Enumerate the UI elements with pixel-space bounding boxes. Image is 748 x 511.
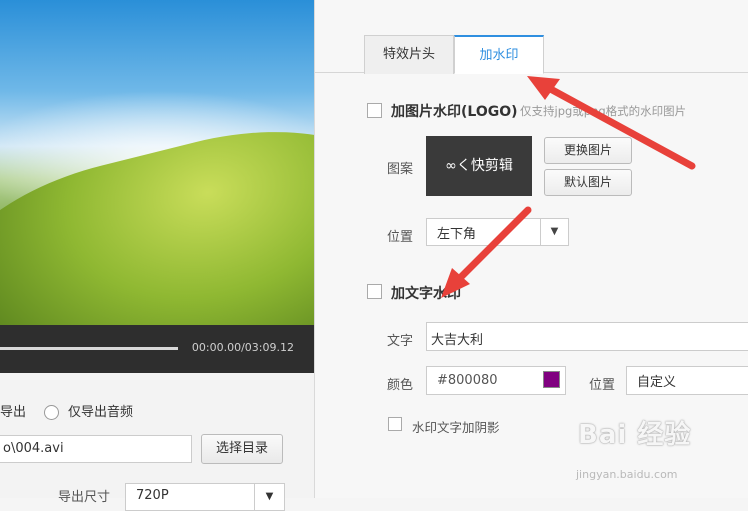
logo-watermark-checkbox[interactable] bbox=[367, 103, 382, 118]
text-position-select[interactable]: 自定义 bbox=[626, 366, 748, 395]
tab-add-watermark[interactable]: 加水印 bbox=[454, 35, 544, 74]
pattern-label: 图案 bbox=[387, 162, 414, 177]
text-position-value: 自定义 bbox=[637, 375, 677, 390]
output-path-field[interactable]: o\004.avi bbox=[0, 435, 192, 463]
player-controls: 00:00.00/03:09.12 bbox=[0, 325, 314, 373]
logo-watermark-title: 加图片水印(LOGO) bbox=[391, 104, 518, 120]
logo-format-note: 仅支持jpg或png格式的水印图片 bbox=[520, 104, 687, 118]
logo-position-label: 位置 bbox=[387, 230, 414, 245]
text-position-label: 位置 bbox=[589, 378, 616, 393]
text-watermark-title: 加文字水印 bbox=[391, 286, 461, 302]
baidu-watermark: Bai 经验 jingyan.baidu.com bbox=[574, 410, 744, 496]
export-size-value: 720P bbox=[136, 488, 169, 503]
watermark-site: jingyan.baidu.com bbox=[576, 468, 678, 481]
logo-position-select[interactable]: 左下角 ▼ bbox=[426, 218, 569, 246]
default-image-button[interactable]: 默认图片 bbox=[544, 169, 632, 196]
text-shadow-label: 水印文字加阴影 bbox=[412, 420, 500, 435]
logo-preview: ∞く快剪辑 bbox=[426, 136, 532, 196]
watermark-brand: Bai 经验 bbox=[578, 420, 692, 450]
video-preview[interactable] bbox=[0, 0, 314, 325]
audio-only-label: 仅导出音频 bbox=[68, 405, 134, 420]
export-option-label[interactable]: 导出 bbox=[0, 401, 26, 420]
watermark-text-input[interactable]: 大吉大利 bbox=[426, 322, 748, 351]
color-swatch[interactable] bbox=[543, 371, 560, 388]
export-options: 导出 仅导出音频 o\004.avi 选择目录 导出尺寸 720P ▼ bbox=[0, 373, 314, 511]
choose-directory-button[interactable]: 选择目录 bbox=[201, 434, 283, 464]
tab-intro-effects[interactable]: 特效片头 bbox=[364, 35, 454, 74]
change-image-button[interactable]: 更换图片 bbox=[544, 137, 632, 164]
text-shadow-checkbox[interactable] bbox=[388, 417, 402, 431]
logo-position-value: 左下角 bbox=[437, 227, 477, 242]
tab-bar: 特效片头 加水印 bbox=[315, 35, 748, 74]
export-size-select[interactable]: 720P ▼ bbox=[125, 483, 285, 511]
dropdown-arrow-icon[interactable]: ▼ bbox=[540, 219, 568, 245]
time-readout: 00:00.00/03:09.12 bbox=[191, 341, 294, 354]
progress-bar[interactable] bbox=[0, 347, 178, 350]
radio-circle[interactable] bbox=[44, 405, 59, 420]
text-watermark-checkbox[interactable] bbox=[367, 284, 382, 299]
audio-only-radio[interactable]: 仅导出音频 bbox=[44, 401, 133, 420]
color-label: 颜色 bbox=[387, 378, 414, 393]
text-label: 文字 bbox=[387, 334, 414, 349]
export-size-label: 导出尺寸 bbox=[58, 490, 111, 505]
dropdown-arrow-icon[interactable]: ▼ bbox=[254, 484, 284, 510]
